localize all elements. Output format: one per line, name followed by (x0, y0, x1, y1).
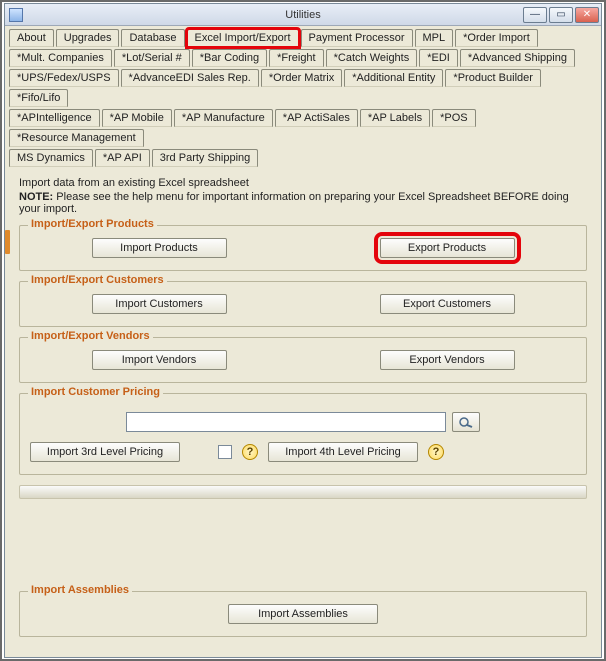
tab-apintelligence[interactable]: *APIntelligence (9, 109, 100, 127)
tab-mult-companies[interactable]: *Mult. Companies (9, 49, 112, 67)
tab-3rd-party-shipping[interactable]: 3rd Party Shipping (152, 149, 259, 167)
group-customers-title: Import/Export Customers (28, 274, 167, 286)
tab-excel-import-export[interactable]: Excel Import/Export (187, 29, 299, 47)
note-text: Please see the help menu for important i… (19, 191, 569, 215)
tab-ap-api[interactable]: *AP API (95, 149, 150, 167)
tab-edi[interactable]: *EDI (419, 49, 458, 67)
app-icon (9, 8, 23, 22)
group-products-title: Import/Export Products (28, 218, 157, 230)
tab-fifo-lifo[interactable]: *Fifo/Lifo (9, 89, 68, 107)
pricing-file-input[interactable] (126, 412, 446, 432)
tab-advanceedi-salesrep[interactable]: *AdvanceEDI Sales Rep. (121, 69, 259, 87)
close-button[interactable]: ✕ (575, 7, 599, 23)
import-4th-level-pricing-button[interactable]: Import 4th Level Pricing (268, 442, 418, 462)
window-title: Utilities (5, 9, 601, 21)
help-icon-1[interactable]: ? (242, 444, 258, 460)
side-grip[interactable] (5, 230, 10, 254)
tab-ap-actisales[interactable]: *AP ActiSales (275, 109, 358, 127)
tab-order-matrix[interactable]: *Order Matrix (261, 69, 342, 87)
export-products-button[interactable]: Export Products (380, 238, 515, 258)
tab-bar-coding[interactable]: *Bar Coding (192, 49, 267, 67)
tab-order-import[interactable]: *Order Import (455, 29, 538, 47)
group-pricing-title: Import Customer Pricing (28, 386, 163, 398)
import-assemblies-button[interactable]: Import Assemblies (228, 604, 378, 624)
tab-database[interactable]: Database (121, 29, 184, 47)
group-assemblies-title: Import Assemblies (28, 584, 132, 596)
import-vendors-button[interactable]: Import Vendors (92, 350, 227, 370)
intro-line: Import data from an existing Excel sprea… (19, 177, 587, 189)
intro-note: NOTE: Please see the help menu for impor… (19, 191, 587, 215)
tab-ap-manufacture[interactable]: *AP Manufacture (174, 109, 273, 127)
export-customers-button[interactable]: Export Customers (380, 294, 515, 314)
tab-additional-entity[interactable]: *Additional Entity (344, 69, 443, 87)
tabstrip: About Upgrades Database Excel Import/Exp… (5, 26, 601, 167)
export-vendors-button[interactable]: Export Vendors (380, 350, 515, 370)
tab-resource-management[interactable]: *Resource Management (9, 129, 144, 147)
group-products: Import/Export Products Import Products E… (19, 225, 587, 271)
import-products-button[interactable]: Import Products (92, 238, 227, 258)
tab-about[interactable]: About (9, 29, 54, 47)
tab-ms-dynamics[interactable]: MS Dynamics (9, 149, 93, 167)
tab-pos[interactable]: *POS (432, 109, 476, 127)
progress-bar (19, 485, 587, 499)
import-3rd-level-pricing-button[interactable]: Import 3rd Level Pricing (30, 442, 180, 462)
tab-catch-weights[interactable]: *Catch Weights (326, 49, 418, 67)
utilities-window: Utilities — ▭ ✕ About Upgrades Database … (4, 3, 602, 658)
tab-advanced-shipping[interactable]: *Advanced Shipping (460, 49, 575, 67)
group-customers: Import/Export Customers Import Customers… (19, 281, 587, 327)
tab-ap-labels[interactable]: *AP Labels (360, 109, 430, 127)
group-pricing: Import Customer Pricing Import 3rd Level… (19, 393, 587, 475)
titlebar: Utilities — ▭ ✕ (5, 4, 601, 26)
group-vendors-title: Import/Export Vendors (28, 330, 153, 342)
tab-product-builder[interactable]: *Product Builder (445, 69, 541, 87)
tab-mpl[interactable]: MPL (415, 29, 454, 47)
tab-lot-serial[interactable]: *Lot/Serial # (114, 49, 190, 67)
content-pane: Import data from an existing Excel sprea… (5, 169, 601, 647)
tab-ups-fedex-usps[interactable]: *UPS/Fedex/USPS (9, 69, 119, 87)
minimize-button[interactable]: — (523, 7, 547, 23)
pricing-checkbox[interactable] (218, 445, 232, 459)
browse-button[interactable] (452, 412, 480, 432)
tab-freight[interactable]: *Freight (269, 49, 324, 67)
tab-ap-mobile[interactable]: *AP Mobile (102, 109, 172, 127)
help-icon-2[interactable]: ? (428, 444, 444, 460)
import-customers-button[interactable]: Import Customers (92, 294, 227, 314)
group-vendors: Import/Export Vendors Import Vendors Exp… (19, 337, 587, 383)
note-label: NOTE: (19, 191, 53, 203)
tab-payment-processor[interactable]: Payment Processor (301, 29, 413, 47)
tab-upgrades[interactable]: Upgrades (56, 29, 120, 47)
maximize-button[interactable]: ▭ (549, 7, 573, 23)
group-assemblies: Import Assemblies Import Assemblies (19, 591, 587, 637)
magnifier-icon (458, 416, 474, 428)
